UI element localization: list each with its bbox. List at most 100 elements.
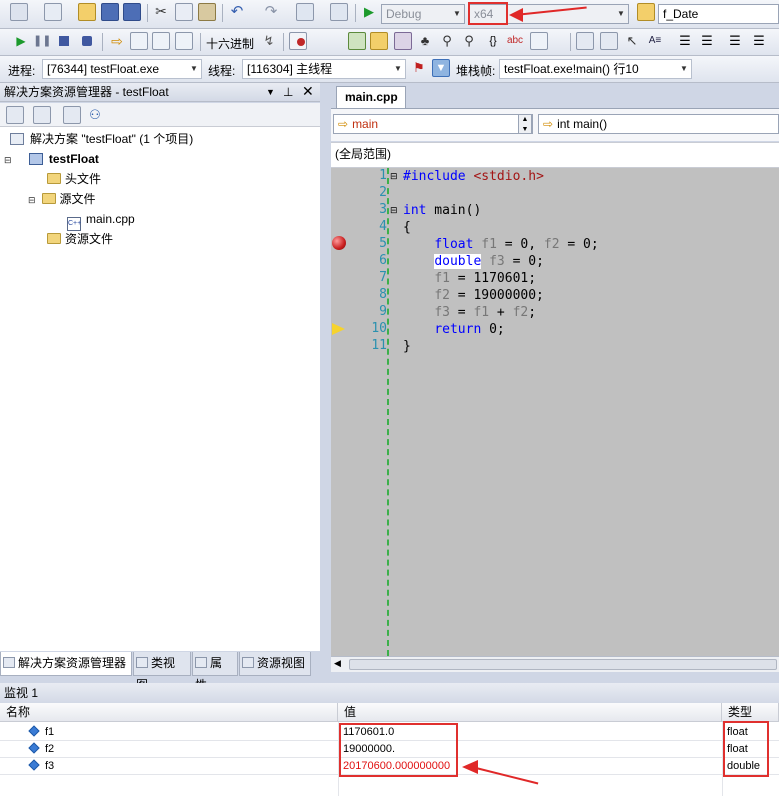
tab-solution-explorer[interactable]: 解决方案资源管理器 — [0, 652, 132, 676]
column-header-value[interactable]: 值 — [338, 703, 722, 722]
next-bookmark-icon[interactable]: ⚲ — [460, 32, 478, 50]
filter-icon[interactable]: ▼ — [432, 59, 450, 77]
function-value: int main() — [557, 117, 608, 131]
code-line-1: #include <stdio.h> — [403, 169, 544, 184]
tab-resource-view[interactable]: 资源视图 — [239, 652, 311, 676]
function-combo[interactable]: ⇨ int main() — [538, 114, 779, 134]
bookmark-icon[interactable]: ♣ — [416, 32, 434, 50]
tab-properties[interactable]: 属性 — [192, 652, 238, 692]
folder-icon — [47, 233, 61, 244]
stack-frame-combo[interactable]: testFloat.exe!main() 行10 ▼ — [499, 59, 692, 79]
tree-item-project[interactable]: ⊟ testFloat — [4, 150, 99, 168]
tab-class-view[interactable]: 类视图 — [133, 652, 191, 692]
class-view-icon — [136, 657, 148, 668]
tree-item-resource-files[interactable]: 资源文件 — [47, 230, 113, 248]
new-project-icon[interactable] — [10, 3, 28, 21]
scroll-left-icon[interactable]: ◀ — [334, 658, 341, 669]
indent-icon[interactable]: ☰ — [676, 32, 694, 50]
class-view-icon[interactable] — [576, 32, 594, 50]
continue-icon[interactable]: ▶ — [12, 32, 30, 50]
task-list-icon[interactable] — [348, 32, 366, 50]
folder-icon — [47, 173, 61, 184]
cursor-icon[interactable]: ↖ — [623, 32, 641, 50]
show-all-files-icon[interactable] — [33, 106, 51, 124]
find-in-files-icon[interactable] — [637, 3, 655, 21]
tree-item-solution[interactable]: 解决方案 "testFloat" (1 个项目) — [10, 130, 193, 148]
start-debugging-icon[interactable]: ▶ — [360, 3, 378, 21]
tree-item-source-files[interactable]: ⊟ 源文件 — [28, 190, 96, 208]
column-header-name[interactable]: 名称 — [0, 703, 338, 722]
thread-combo[interactable]: [116304] 主线程 ▼ — [242, 59, 406, 79]
paste-icon[interactable] — [198, 3, 216, 21]
properties-icon[interactable] — [6, 106, 24, 124]
tools-icon[interactable] — [394, 32, 412, 50]
refresh-icon[interactable] — [63, 106, 81, 124]
step-out-icon[interactable] — [175, 32, 193, 50]
breakpoints-window-icon[interactable] — [289, 32, 307, 50]
collapse-icon[interactable]: ⊟ — [28, 195, 36, 205]
tab-main-cpp[interactable]: main.cpp — [336, 86, 406, 108]
solution-explorer-icon — [3, 657, 15, 668]
debug-location-bar: 进程: [76344] testFloat.exe ▼ 线程: [116304]… — [0, 56, 779, 83]
tab-main-cpp-label: main.cpp — [345, 90, 398, 104]
outdent-icon[interactable]: ☰ — [698, 32, 716, 50]
line-number: 6 — [379, 253, 387, 268]
show-next-statement-icon[interactable]: ⇨ — [108, 32, 126, 50]
hex-toggle-icon[interactable]: ↯ — [260, 32, 278, 50]
scope-value: main — [352, 117, 379, 131]
open-folder-icon[interactable] — [78, 3, 96, 21]
save-all-icon[interactable] — [123, 3, 141, 21]
step-over-icon[interactable] — [152, 32, 170, 50]
chevron-down-icon: ▼ — [617, 9, 625, 18]
pin-icon[interactable]: ⊥ — [283, 83, 293, 102]
step-into-icon[interactable] — [130, 32, 148, 50]
close-icon[interactable]: ✕ — [302, 82, 314, 101]
stack-frame-label: 堆栈帧: — [456, 64, 496, 78]
break-all-icon[interactable]: ❚❚ — [33, 32, 51, 50]
line-number: 5 — [379, 236, 387, 251]
spell-check-icon[interactable]: abc — [506, 32, 524, 50]
add-item-icon[interactable] — [44, 3, 62, 21]
tree-item-header-files[interactable]: 头文件 — [47, 170, 101, 188]
toolbar-separator — [283, 33, 284, 51]
comment-icon[interactable]: ☰ — [726, 32, 744, 50]
collapse-icon[interactable]: ⊟ — [4, 155, 12, 165]
configuration-combo[interactable]: Debug ▼ — [381, 4, 465, 24]
object-browser-icon[interactable] — [600, 32, 618, 50]
prev-bookmark-icon[interactable]: ⚲ — [438, 32, 456, 50]
copy-icon[interactable] — [175, 3, 193, 21]
save-icon[interactable] — [101, 3, 119, 21]
cut-icon[interactable]: ✂ — [152, 3, 170, 21]
column-header-type[interactable]: 类型 — [722, 703, 779, 722]
scope-icon: ⇨ — [338, 117, 349, 131]
stop-debugging-icon[interactable] — [55, 32, 73, 50]
outline-collapse-icon[interactable]: ⊟ — [390, 171, 398, 182]
navigate-forward-icon[interactable] — [330, 3, 348, 21]
process-combo[interactable]: [76344] testFloat.exe ▼ — [42, 59, 202, 79]
find-value: f_Date — [663, 7, 699, 21]
restart-icon[interactable] — [78, 32, 96, 50]
find-combo[interactable]: f_Date — [658, 4, 779, 24]
dropdown-icon[interactable]: ▼ — [266, 83, 275, 102]
watch-window-title: 监视 1 — [4, 686, 39, 700]
undo-icon[interactable]: ↶ — [228, 3, 246, 21]
navigate-backward-icon[interactable] — [296, 3, 314, 21]
watch-name: f2 — [45, 743, 55, 755]
annotation-box-types — [723, 721, 769, 777]
open-folder-icon[interactable] — [370, 32, 388, 50]
class-diagram-icon[interactable]: ⚇ — [86, 106, 104, 124]
format-icon[interactable] — [530, 32, 548, 50]
flag-icon[interactable]: ⚑ — [410, 59, 428, 77]
braces-icon[interactable]: {} — [484, 32, 502, 50]
uncomment-icon[interactable]: ☰ — [750, 32, 768, 50]
code-editor[interactable]: 1 2 3 4 5 6 7 8 9 10 11 ⊟ ⊟ #include <st… — [331, 168, 779, 656]
hex-display-button[interactable]: 十六进制 — [206, 35, 254, 52]
editor-horizontal-scrollbar[interactable]: ◀ — [331, 656, 779, 672]
split-spinner[interactable]: ▲ ▼ — [518, 114, 532, 134]
scrollbar-thumb[interactable] — [349, 659, 777, 670]
scope-combo[interactable]: ⇨main ▼ — [333, 114, 533, 134]
tree-item-main-cpp[interactable]: C++ main.cpp — [67, 210, 135, 231]
redo-icon[interactable]: ↷ — [262, 3, 280, 21]
outline-collapse-icon[interactable]: ⊟ — [390, 205, 398, 216]
font-size-icon[interactable]: A≡ — [646, 32, 664, 50]
